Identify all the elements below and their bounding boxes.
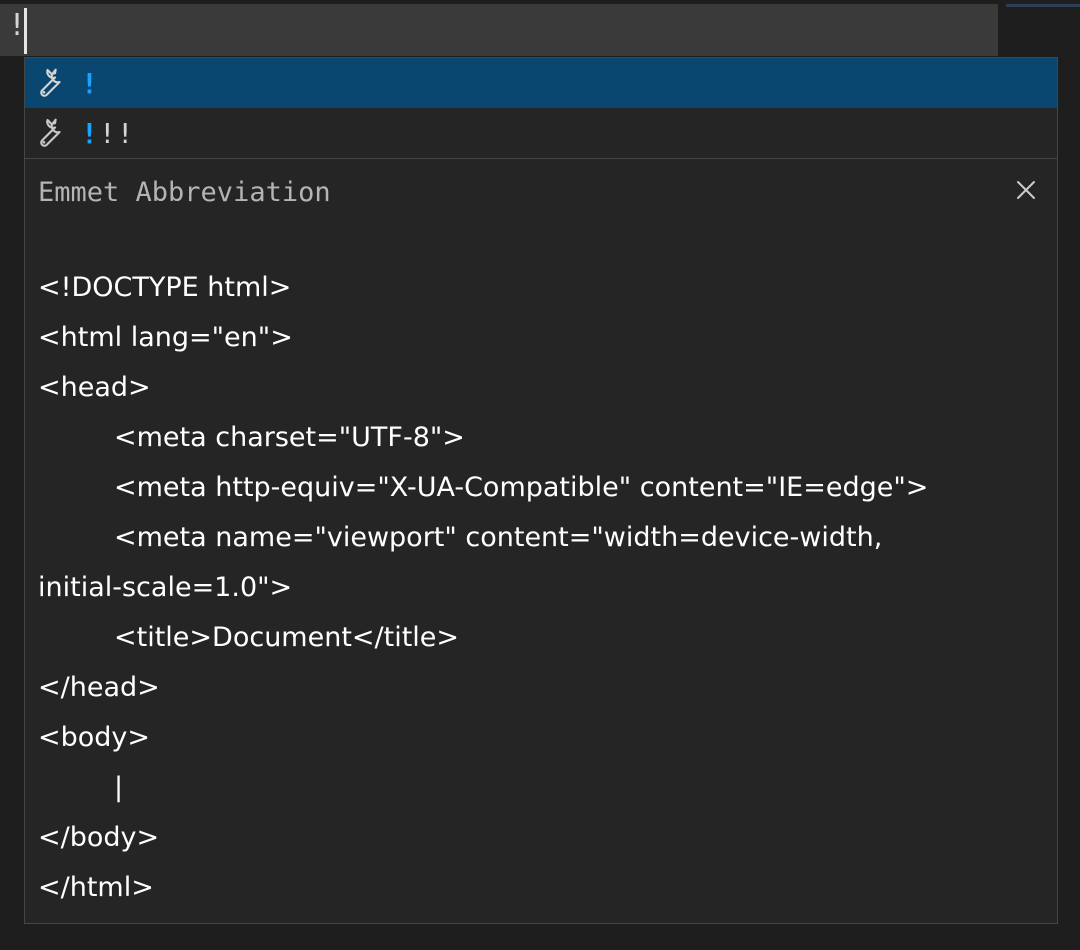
wrench-icon xyxy=(31,113,71,153)
code-line: <!DOCTYPE html> xyxy=(38,272,292,303)
code-line: initial-scale=1.0"> xyxy=(38,572,293,603)
code-editor[interactable]: ! ! !!! Emmet Abbreviation <!DOCTYPE htm… xyxy=(0,0,1080,950)
suggestion-item-emmet-doctype[interactable]: ! xyxy=(25,58,1057,108)
code-line: <head> xyxy=(38,372,151,403)
overview-ruler-mark xyxy=(1006,4,1080,7)
suggestion-rest: !! xyxy=(98,116,135,150)
code-line: </body> xyxy=(38,822,160,853)
code-line: <meta name="viewport" content="width=dev… xyxy=(114,522,883,553)
suggestion-label: !!! xyxy=(81,117,135,150)
code-line: <meta charset="UTF-8"> xyxy=(114,422,465,453)
code-line: </head> xyxy=(38,672,160,703)
suggest-widget: ! !!! Emmet Abbreviation <!DOCTYPE html>… xyxy=(24,57,1058,924)
code-line: <title>Document</title> xyxy=(114,622,460,653)
suggestion-item-emmet-triple[interactable]: !!! xyxy=(25,108,1057,158)
suggestion-label: ! xyxy=(81,67,99,100)
code-line: | xyxy=(114,772,124,803)
suggestion-details: Emmet Abbreviation <!DOCTYPE html> <html… xyxy=(25,159,1057,913)
code-line: <html lang="en"> xyxy=(38,322,293,353)
close-icon[interactable] xyxy=(1013,177,1039,203)
current-line-highlight xyxy=(0,4,998,56)
wrench-icon xyxy=(31,63,71,103)
suggestion-match: ! xyxy=(81,116,99,150)
text-cursor xyxy=(24,8,27,54)
code-line: </html> xyxy=(38,872,154,903)
code-line: <body> xyxy=(38,722,151,753)
details-title: Emmet Abbreviation xyxy=(38,177,331,208)
code-line: <meta http-equiv="X-UA-Compatible" conte… xyxy=(114,472,929,503)
suggestion-match: ! xyxy=(81,66,99,100)
code-preview: <!DOCTYPE html> <html lang="en"> <head> … xyxy=(38,263,1044,913)
suggestion-list: ! !!! xyxy=(25,58,1057,159)
